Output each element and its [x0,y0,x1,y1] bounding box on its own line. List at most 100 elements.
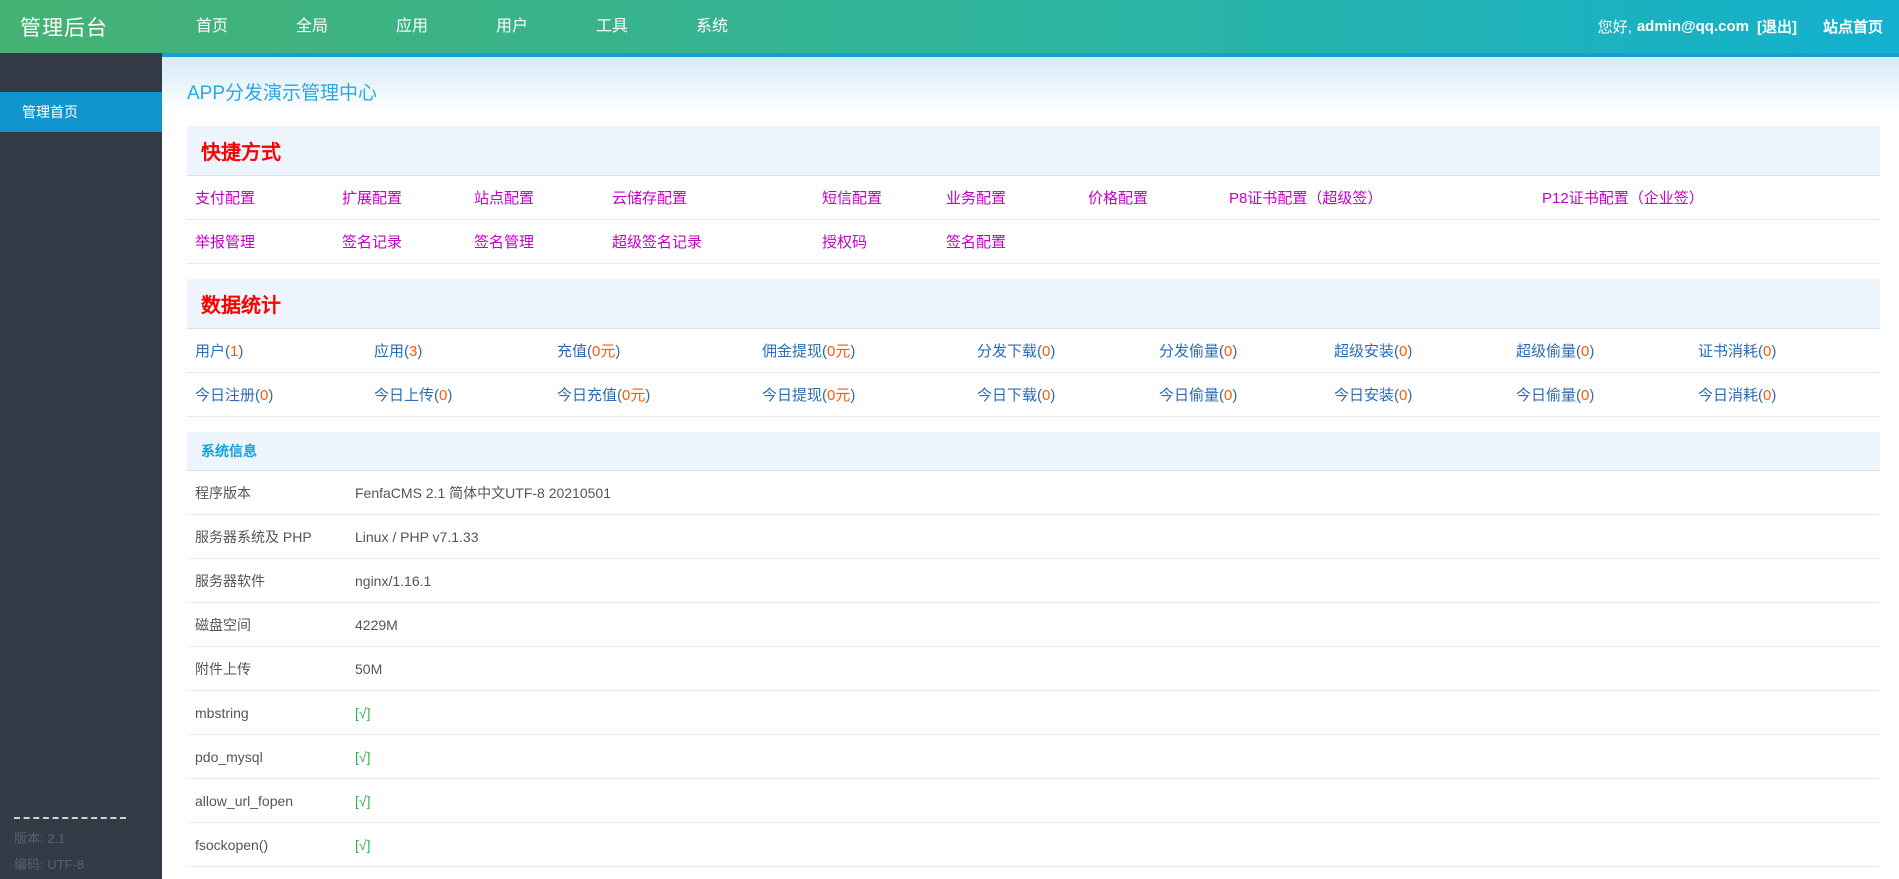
stat-value: 0 [1037,387,1055,404]
stat-super-install[interactable]: 超级安装0 [1334,340,1516,361]
sidebar-item-admin-home[interactable]: 管理首页 [0,92,162,132]
link-sms-config[interactable]: 短信配置 [822,187,946,208]
sidebar: 管理首页 版本: 2.1 编码: UTF-8 [0,53,162,879]
check-mark: [√] [355,748,371,765]
stat-today-withdraw[interactable]: 今日提现0元 [762,384,977,405]
stat-apps[interactable]: 应用3 [374,340,557,361]
link-p8-cert-config[interactable]: P8证书配置（超级签） [1229,187,1542,208]
info-value: 50M [355,660,383,677]
stat-value: 0 [1576,343,1594,360]
link-auth-code[interactable]: 授权码 [822,231,946,252]
sysinfo-section-title: 系统信息 [187,432,1880,471]
stat-value: 0 [1576,387,1594,404]
check-mark: [√] [355,704,371,721]
header-user-area: 您好, admin@qq.com [退出] 站点首页 [1598,16,1899,37]
stat-today-recharge[interactable]: 今日充值0元 [557,384,762,405]
link-price-config[interactable]: 价格配置 [1088,187,1229,208]
stat-value: 0 [1758,387,1776,404]
link-sign-manage[interactable]: 签名管理 [474,231,612,252]
shortcuts-section-title: 快捷方式 [187,126,1880,176]
nav-item-apps[interactable]: 应用 [362,0,462,53]
info-label: pdo_mysql [195,748,263,765]
stats-row-total: 用户1 应用3 充值0元 佣金提现0元 分发下载0 分发偷量0 超级安装0 超级… [187,329,1880,373]
stats-section: 数据统计 用户1 应用3 充值0元 佣金提现0元 分发下载0 分发偷量0 超级安… [187,279,1880,417]
stat-value: 0 [1394,343,1412,360]
stat-value: 0 [255,387,273,404]
sysinfo-section: 系统信息 程序版本 FenfaCMS 2.1 简体中文UTF-8 2021050… [187,432,1880,879]
stat-value: 0 [1219,343,1237,360]
info-label: fsockopen() [195,836,269,853]
site-home-link[interactable]: 站点首页 [1823,16,1883,37]
nav-item-global[interactable]: 全局 [262,0,362,53]
sidebar-version-text: 版本: 2.1 [14,831,66,847]
link-report-manage[interactable]: 举报管理 [195,231,342,252]
link-p12-cert-config[interactable]: P12证书配置（企业签） [1542,187,1880,208]
info-label: mbstring [195,704,249,721]
stat-super-stolen[interactable]: 超级偷量0 [1516,340,1698,361]
sysinfo-row-fsockopen: fsockopen() [√] [187,823,1880,867]
stat-recharge[interactable]: 充值0元 [557,340,762,361]
info-value: nginx/1.16.1 [355,572,432,589]
shortcuts-row: 举报管理 签名记录 签名管理 超级签名记录 授权码 签名配置 [187,220,1880,264]
stat-today-register[interactable]: 今日注册0 [195,384,374,405]
info-label: 服务器软件 [195,572,265,589]
stats-section-title: 数据统计 [187,279,1880,329]
stat-value: 0 [1394,387,1412,404]
sysinfo-row-mbstring: mbstring [√] [187,691,1880,735]
stat-users[interactable]: 用户1 [195,340,374,361]
user-email: admin@qq.com [1636,18,1749,35]
main-nav: 首页 全局 应用 用户 工具 系统 [162,0,762,53]
main-content: APP分发演示管理中心 快捷方式 支付配置 扩展配置 站点配置 云储存配置 短信… [162,53,1899,879]
sysinfo-row-program-version: 程序版本 FenfaCMS 2.1 简体中文UTF-8 20210501 [187,471,1880,515]
info-label: 磁盘空间 [195,616,251,633]
page-title: APP分发演示管理中心 [187,83,378,104]
nav-item-system[interactable]: 系统 [662,0,762,53]
nav-item-home[interactable]: 首页 [162,0,262,53]
link-cloud-storage[interactable]: 云储存配置 [612,187,822,208]
stat-value: 3 [404,343,422,360]
stat-value: 0 [1758,343,1776,360]
info-label: 程序版本 [195,484,251,501]
check-mark: [√] [355,836,371,853]
stat-value: 0 [434,387,452,404]
sidebar-encoding-text: 编码: UTF-8 [14,856,85,872]
stat-value: 0元 [822,387,855,404]
link-site-config[interactable]: 站点配置 [474,187,612,208]
logout-link[interactable]: [退出] [1757,16,1797,37]
link-super-sign-records[interactable]: 超级签名记录 [612,231,822,252]
stat-value: 0 [1219,387,1237,404]
nav-item-users[interactable]: 用户 [462,0,562,53]
stat-today-upload[interactable]: 今日上传0 [374,384,557,405]
stat-downloads[interactable]: 分发下载0 [977,340,1159,361]
app-logo: 管理后台 [20,16,108,40]
nav-item-tools[interactable]: 工具 [562,0,662,53]
info-value: FenfaCMS 2.1 简体中文UTF-8 20210501 [355,484,611,501]
sidebar-footer: 版本: 2.1 编码: UTF-8 [14,817,126,877]
sysinfo-row-server-os-php: 服务器系统及 PHP Linux / PHP v7.1.33 [187,515,1880,559]
sysinfo-row-allow-url-fopen: allow_url_fopen [√] [187,779,1880,823]
greeting-text: 您好, [1597,19,1632,36]
stat-today-stolen[interactable]: 今日偷量0 [1159,384,1334,405]
stat-cert-consume[interactable]: 证书消耗0 [1698,340,1880,361]
link-pay-config[interactable]: 支付配置 [195,187,342,208]
stat-value: 0元 [822,343,855,360]
link-business-config[interactable]: 业务配置 [946,187,1088,208]
stat-today-download[interactable]: 今日下载0 [977,384,1159,405]
stat-today-install[interactable]: 今日安装0 [1334,384,1516,405]
sysinfo-row-server-software: 服务器软件 nginx/1.16.1 [187,559,1880,603]
page-layout: 管理首页 版本: 2.1 编码: UTF-8 APP分发演示管理中心 快捷方式 … [0,53,1899,879]
stat-today-stolen2[interactable]: 今日偷量0 [1516,384,1698,405]
stat-commission[interactable]: 佣金提现0元 [762,340,977,361]
stat-stolen[interactable]: 分发偷量0 [1159,340,1334,361]
stat-value: 0元 [587,343,620,360]
link-sign-config[interactable]: 签名配置 [946,231,1088,252]
stat-today-consume[interactable]: 今日消耗0 [1698,384,1880,405]
link-sign-records[interactable]: 签名记录 [342,231,474,252]
sysinfo-row-upload-limit: 附件上传 50M [187,647,1880,691]
info-label: 服务器系统及 PHP [195,528,312,545]
stat-value: 1 [225,343,243,360]
link-extend-config[interactable]: 扩展配置 [342,187,474,208]
info-value: 4229M [355,616,398,633]
sysinfo-row-disk-space: 磁盘空间 4229M [187,603,1880,647]
info-label: 附件上传 [195,660,251,677]
